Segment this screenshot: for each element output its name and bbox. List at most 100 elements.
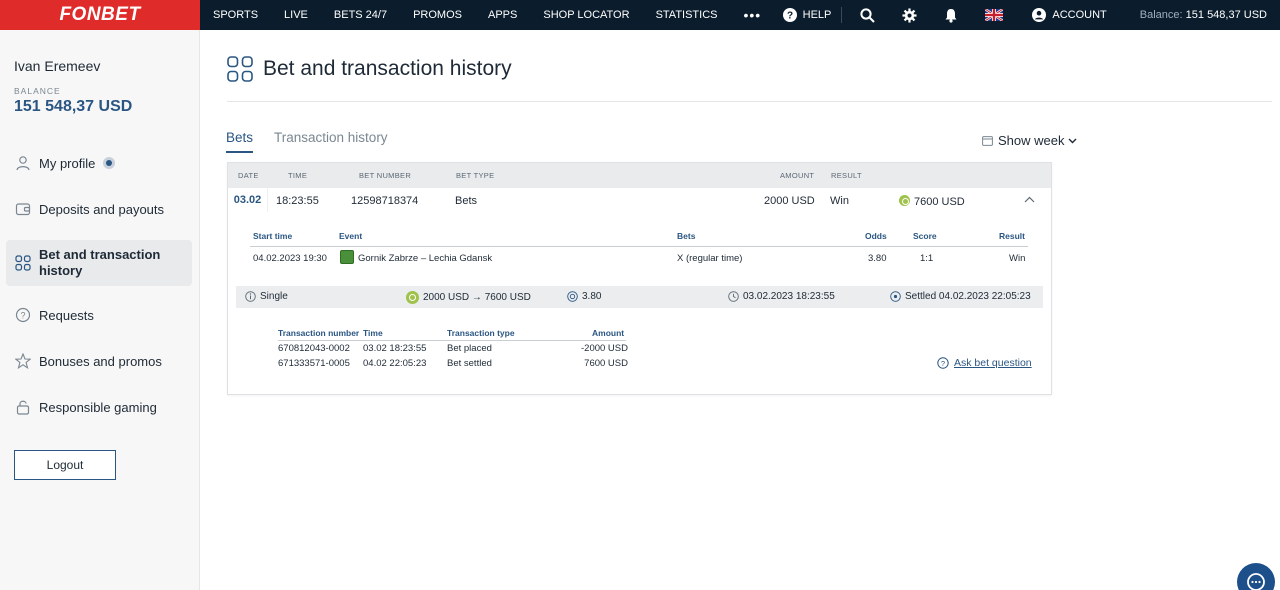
- calendar-icon: [982, 136, 993, 146]
- detail-result: Win: [1009, 253, 1026, 264]
- summary-type: Single: [245, 291, 288, 302]
- detail-event[interactable]: Gornik Zabrze – Lechia Gdansk: [340, 250, 492, 264]
- notifications-button[interactable]: [944, 8, 958, 23]
- tx-header-amount: Amount: [592, 328, 625, 338]
- row-amount: 2000 USD: [764, 195, 815, 207]
- tab-bets[interactable]: Bets: [226, 130, 254, 153]
- user-icon: [14, 154, 32, 172]
- tx-number: 670812043-0002: [278, 343, 350, 354]
- header-balance-value: 151 548,37 USD: [1185, 9, 1267, 21]
- sidebar-item-requests[interactable]: ? Requests: [6, 302, 192, 328]
- detail-header-event: Event: [339, 231, 363, 241]
- more-menu-icon[interactable]: •••: [744, 7, 762, 23]
- status-dot: [103, 157, 116, 169]
- detail-score: 1:1: [920, 253, 934, 264]
- clock-icon: [728, 291, 739, 302]
- sidebar-item-deposits[interactable]: Deposits and payouts: [6, 196, 192, 222]
- sidebar-item-bonuses[interactable]: Bonuses and promos: [6, 348, 192, 374]
- detail-divider: [250, 246, 1028, 247]
- period-label: Show week: [998, 133, 1065, 148]
- coin-icon: [899, 195, 910, 206]
- nav-statistics[interactable]: STATISTICS: [656, 9, 718, 21]
- nav-apps[interactable]: APPS: [488, 9, 517, 21]
- sidebar-item-label: Bonuses and promos: [39, 353, 162, 369]
- detail-header-bets: Bets: [677, 231, 696, 241]
- detail-header-result: Result: [999, 231, 1025, 241]
- chevron-up-icon[interactable]: [1024, 196, 1035, 203]
- nav-live[interactable]: LIVE: [284, 9, 308, 21]
- summary-amounts-value: 2000 USD → 7600 USD: [423, 292, 531, 303]
- row-bet-number: 12598718374: [351, 195, 419, 207]
- chevron-down-icon: [1068, 138, 1077, 143]
- nav-promos[interactable]: PROMOS: [413, 9, 462, 21]
- summary-amounts: 2000 USD → 7600 USD: [406, 291, 531, 304]
- sidebar-item-label: Deposits and payouts: [39, 201, 165, 217]
- header-divider: [841, 7, 843, 23]
- table-header: DATE TIME BET NUMBER BET TYPE AMOUNT RES…: [228, 163, 1051, 188]
- summary-type-value: Single: [260, 291, 288, 302]
- settings-button[interactable]: [902, 7, 917, 23]
- search-button[interactable]: [860, 7, 876, 23]
- nav-bets-24-7[interactable]: BETS 24/7: [334, 9, 387, 21]
- tx-type: Bet settled: [447, 358, 492, 369]
- summary-settled: Settled 04.02.2023 22:05:23: [890, 291, 1031, 302]
- tx-amount: -2000 USD: [581, 343, 628, 354]
- summary-placed: 03.02.2023 18:23:55: [728, 291, 835, 302]
- sidebar-item-label: Bet and transaction history: [39, 247, 161, 278]
- period-dropdown[interactable]: Show week: [982, 133, 1082, 148]
- sidebar-item-my-profile[interactable]: My profile: [6, 150, 192, 176]
- history-tabs: Bets Transaction history: [226, 130, 409, 153]
- sidebar-item-bet-history[interactable]: Bet and transaction history: [6, 240, 192, 286]
- row-payout: 7600 USD: [899, 195, 965, 208]
- ask-bet-question-link[interactable]: ? Ask bet question: [937, 357, 1032, 369]
- tx-number: 671333571-0005: [278, 358, 350, 369]
- page-header: Bet and transaction history: [227, 56, 512, 82]
- top-navigation-bar: FONBET SPORTS LIVE BETS 24/7 PROMOS APPS…: [0, 0, 1280, 30]
- account-button[interactable]: ACCOUNT: [1032, 8, 1107, 22]
- help-icon: ?: [782, 8, 797, 22]
- detail-odds: 3.80: [868, 253, 887, 264]
- detail-bets: X (regular time): [677, 253, 743, 264]
- ask-bet-question-label: Ask bet question: [954, 357, 1032, 369]
- tx-header-time: Time: [363, 328, 383, 338]
- nav-shop-locator[interactable]: SHOP LOCATOR: [543, 9, 629, 21]
- column-header-time: TIME: [288, 171, 308, 180]
- table-row[interactable]: 03.02 18:23:55 12598718374 Bets 2000 USD…: [228, 188, 1051, 212]
- tx-header-number: Transaction number: [278, 328, 360, 338]
- detail-start-time: 04.02.2023 19:30: [253, 253, 327, 264]
- svg-text:?: ?: [787, 11, 793, 22]
- tx-amount: 7600 USD: [584, 358, 628, 369]
- fonbet-logo[interactable]: FONBET: [0, 0, 200, 30]
- help-button[interactable]: ? HELP: [782, 8, 832, 22]
- account-icon: [1032, 8, 1047, 22]
- detail-header-odds: Odds: [865, 231, 887, 241]
- logout-button[interactable]: Logout: [14, 450, 116, 480]
- gear-icon: [902, 7, 917, 23]
- help-label: HELP: [802, 9, 832, 21]
- wallet-icon: [14, 200, 32, 218]
- grid-icon: [227, 56, 253, 82]
- column-header-date: DATE: [238, 171, 259, 180]
- balance-value: 151 548,37 USD: [14, 98, 133, 115]
- nav-sports[interactable]: SPORTS: [213, 9, 258, 21]
- row-payout-value: 7600 USD: [914, 196, 965, 208]
- team-logo-icon: [340, 250, 354, 264]
- tx-header-type: Transaction type: [447, 328, 515, 338]
- page-title: Bet and transaction history: [263, 57, 512, 80]
- svg-text:?: ?: [20, 311, 25, 321]
- language-button[interactable]: [985, 9, 1004, 21]
- row-date: 03.02: [228, 188, 268, 212]
- column-header-result: RESULT: [831, 171, 862, 180]
- detail-event-name: Gornik Zabrze – Lechia Gdansk: [358, 253, 493, 264]
- logo-text: FONBET: [59, 4, 141, 25]
- balance-label: BALANCE: [14, 86, 61, 96]
- sidebar-item-responsible-gaming[interactable]: Responsible gaming: [6, 394, 192, 420]
- row-result: Win: [830, 195, 849, 207]
- chat-support-button[interactable]: [1237, 563, 1275, 590]
- row-bet-type: Bets: [455, 195, 478, 207]
- tab-transaction-history[interactable]: Transaction history: [274, 130, 388, 153]
- tx-time: 03.02 18:23:55: [363, 343, 427, 354]
- uk-flag-icon: [985, 9, 1004, 21]
- account-sidebar: Ivan Eremeev BALANCE 151 548,37 USD My p…: [0, 30, 200, 590]
- summary-odds-value: 3.80: [582, 291, 602, 302]
